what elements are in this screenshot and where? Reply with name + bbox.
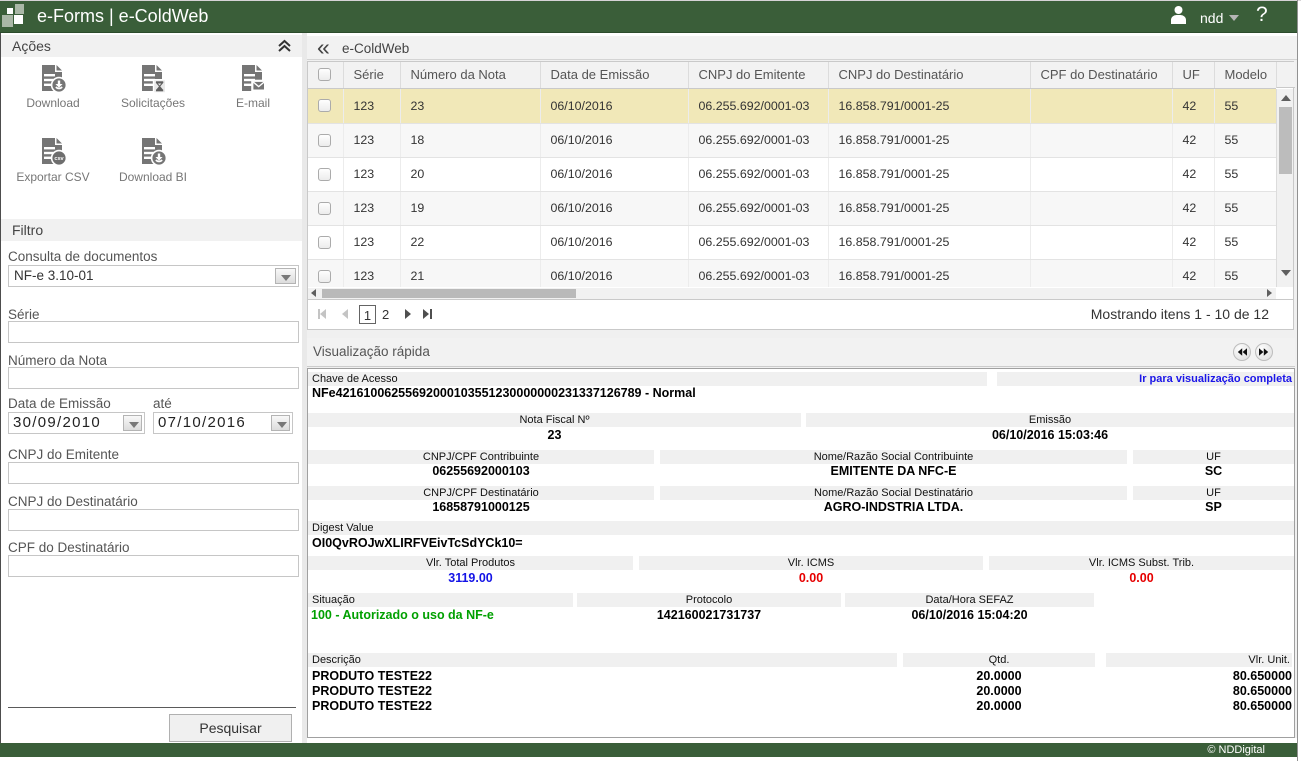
svg-text:csv: csv bbox=[54, 156, 64, 162]
